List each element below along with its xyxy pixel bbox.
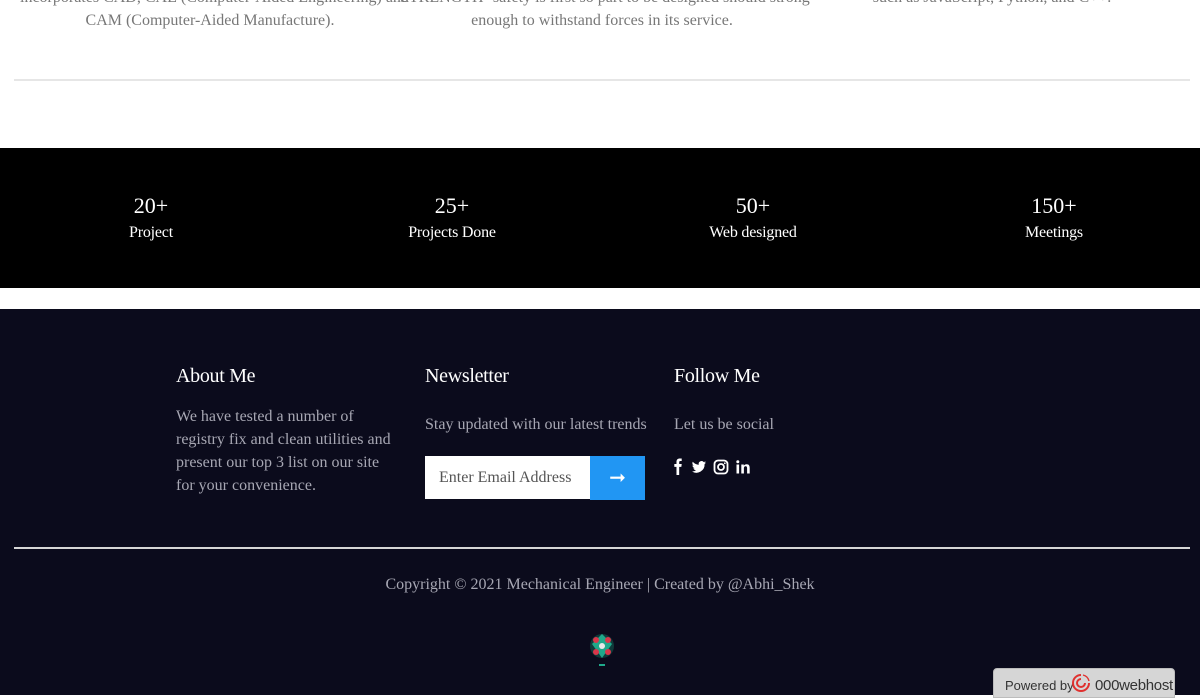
powered-by-badge[interactable]: Powered by 000webhost bbox=[993, 668, 1175, 698]
email-input[interactable] bbox=[425, 456, 590, 499]
feature-text: incorporates CAD, CAE (Computer-Aided En… bbox=[20, 0, 409, 9]
stats-bar: 20+ Project 25+ Projects Done 50+ Web de… bbox=[0, 148, 1200, 288]
feature-strength: STRENGTH- safety is first so part to be … bbox=[400, 0, 810, 32]
stat-label: Projects Done bbox=[408, 224, 496, 241]
feature-text: CAM (Computer-Aided Manufacture). bbox=[85, 12, 335, 29]
stat-projects: 20+ Project bbox=[51, 192, 251, 244]
section-divider bbox=[14, 79, 1190, 81]
follow-title: Follow Me bbox=[674, 365, 760, 387]
facebook-icon[interactable] bbox=[673, 457, 691, 477]
about-title: About Me bbox=[176, 365, 256, 387]
footer-divider bbox=[14, 547, 1190, 549]
spacer bbox=[0, 288, 1200, 309]
newsletter-text: Stay updated with our latest trends bbox=[425, 416, 647, 433]
arrow-right-icon: ➞ bbox=[609, 467, 626, 489]
feature-cad: incorporates CAD, CAE (Computer-Aided En… bbox=[20, 0, 409, 32]
stat-web-designed: 50+ Web designed bbox=[653, 192, 853, 244]
follow-text: Let us be social bbox=[674, 416, 774, 433]
features-section: incorporates CAD, CAE (Computer-Aided En… bbox=[0, 0, 1200, 148]
twitter-icon[interactable] bbox=[690, 457, 708, 477]
brand-logo-icon bbox=[586, 625, 618, 677]
copyright-text: Copyright © 2021 Mechanical Engineer | C… bbox=[385, 576, 815, 593]
feature-text: STRENGTH- safety is first so part to be … bbox=[400, 0, 810, 9]
stat-projects-done: 25+ Projects Done bbox=[352, 192, 552, 244]
stat-number: 50+ bbox=[735, 193, 771, 218]
stat-label: Meetings bbox=[1025, 224, 1083, 241]
stat-label: Web designed bbox=[709, 224, 797, 241]
stat-number: 150+ bbox=[1031, 193, 1077, 218]
stat-number: 25+ bbox=[434, 193, 470, 218]
newsletter-title: Newsletter bbox=[425, 365, 509, 387]
site-footer: About Me We have tested a number of regi… bbox=[0, 309, 1200, 695]
linkedin-icon[interactable] bbox=[734, 457, 752, 477]
feature-text: such as JavaScript, Python, and C++. bbox=[800, 0, 1184, 9]
stat-meetings: 150+ Meetings bbox=[954, 192, 1154, 244]
about-text: We have tested a number of registry fix … bbox=[176, 408, 391, 494]
instagram-icon[interactable] bbox=[712, 457, 730, 477]
feature-languages: such as JavaScript, Python, and C++. bbox=[800, 0, 1184, 9]
powered-by-label: Powered by bbox=[1005, 678, 1074, 693]
stat-number: 20+ bbox=[133, 193, 169, 218]
powered-by-brand: 000webhost bbox=[1095, 677, 1173, 694]
stat-label: Project bbox=[129, 224, 173, 241]
webhost-logo-icon bbox=[1071, 673, 1091, 695]
feature-text: enough to withstand forces in its servic… bbox=[471, 12, 733, 29]
subscribe-button[interactable]: ➞ bbox=[590, 456, 645, 500]
